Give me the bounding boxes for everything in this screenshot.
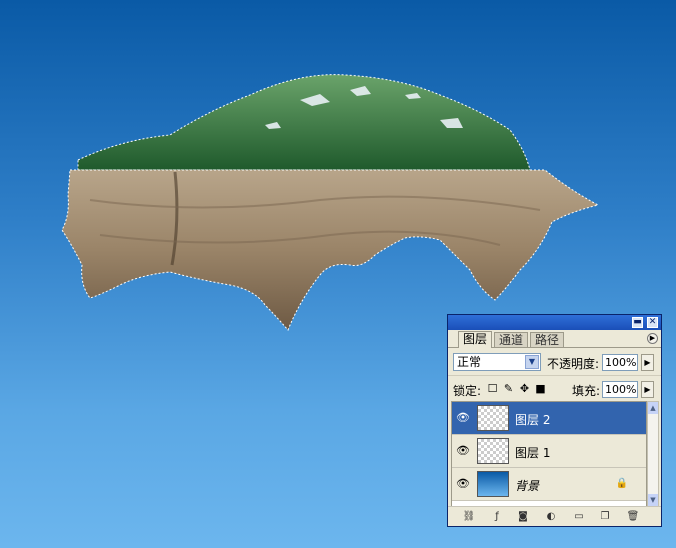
lock-row: 锁定: ☐ ✎ ✥ ■ 填充: 100% ▶ bbox=[448, 375, 661, 402]
adjustment-icon[interactable]: ◐ bbox=[544, 510, 558, 523]
layers-palette: ▬ ✕ 图层 通道 路径 ▶ 正常 ▼ 不透明度: 100% ▶ 锁定: ☐ ✎… bbox=[447, 314, 662, 527]
fill-label: 填充: bbox=[572, 384, 601, 398]
layer-thumbnail bbox=[477, 471, 509, 497]
eye-icon[interactable]: 👁 bbox=[456, 445, 470, 457]
palette-tabs: 图层 通道 路径 ▶ bbox=[448, 330, 661, 348]
opacity-label: 不透明度: bbox=[547, 357, 600, 371]
lock-move-icon[interactable]: ✥ bbox=[518, 382, 531, 395]
lock-all-icon[interactable]: ■ bbox=[534, 382, 547, 395]
layers-scrollbar[interactable]: ▲ ▼ bbox=[647, 401, 659, 507]
scroll-up-icon[interactable]: ▲ bbox=[648, 402, 658, 414]
layers-list: 👁 图层 2 👁 图层 1 👁 背景 🔒 bbox=[451, 401, 647, 507]
mask-icon[interactable]: ◙ bbox=[516, 510, 530, 523]
blend-row: 正常 ▼ 不透明度: 100% ▶ bbox=[448, 348, 661, 375]
opacity-slider-button[interactable]: ▶ bbox=[641, 354, 654, 371]
tab-layers[interactable]: 图层 bbox=[458, 331, 493, 348]
layer-thumbnail bbox=[477, 438, 509, 464]
mountain-top bbox=[77, 74, 531, 171]
chevron-down-icon[interactable]: ▼ bbox=[525, 355, 539, 369]
layer-name: 图层 1 bbox=[515, 446, 551, 460]
layer-name: 背景 bbox=[515, 479, 540, 493]
lock-label: 锁定: bbox=[453, 384, 482, 398]
rock-base bbox=[61, 169, 600, 331]
layer-style-icon[interactable]: ƒ bbox=[490, 510, 504, 523]
lock-icon: 🔒 bbox=[615, 478, 628, 489]
close-icon[interactable]: ✕ bbox=[647, 317, 658, 328]
new-layer-icon[interactable]: ❐ bbox=[598, 510, 612, 523]
layer-thumbnail bbox=[477, 405, 509, 431]
layer-row-background[interactable]: 👁 背景 🔒 bbox=[452, 468, 646, 501]
blend-mode-select[interactable]: 正常 ▼ bbox=[453, 353, 541, 371]
tab-channels[interactable]: 通道 bbox=[494, 332, 529, 347]
fill-input[interactable]: 100% bbox=[602, 381, 638, 398]
blend-mode-value: 正常 bbox=[457, 355, 482, 369]
eye-icon[interactable]: 👁 bbox=[456, 412, 470, 424]
layer-name: 图层 2 bbox=[515, 413, 551, 427]
palette-titlebar[interactable]: ▬ ✕ bbox=[448, 315, 661, 330]
lock-paint-brush-icon[interactable]: ✎ bbox=[502, 382, 515, 395]
link-icon[interactable]: ⛓ bbox=[462, 510, 476, 523]
minimize-icon[interactable]: ▬ bbox=[632, 317, 643, 328]
folder-icon[interactable]: ▭ bbox=[572, 510, 586, 523]
layer-row-1[interactable]: 👁 图层 1 bbox=[452, 435, 646, 468]
palette-footer: ⛓ ƒ ◙ ◐ ▭ ❐ 🗑 bbox=[448, 506, 661, 526]
palette-menu-icon[interactable]: ▶ bbox=[647, 333, 658, 344]
lock-transparent-icon[interactable]: ☐ bbox=[486, 382, 499, 395]
trash-icon[interactable]: 🗑 bbox=[626, 510, 640, 523]
tab-paths[interactable]: 路径 bbox=[530, 332, 565, 347]
scroll-down-icon[interactable]: ▼ bbox=[648, 494, 658, 506]
eye-icon[interactable]: 👁 bbox=[456, 478, 470, 490]
opacity-input[interactable]: 100% bbox=[602, 354, 638, 371]
fill-slider-button[interactable]: ▶ bbox=[641, 381, 654, 398]
layer-row-2[interactable]: 👁 图层 2 bbox=[452, 402, 646, 435]
